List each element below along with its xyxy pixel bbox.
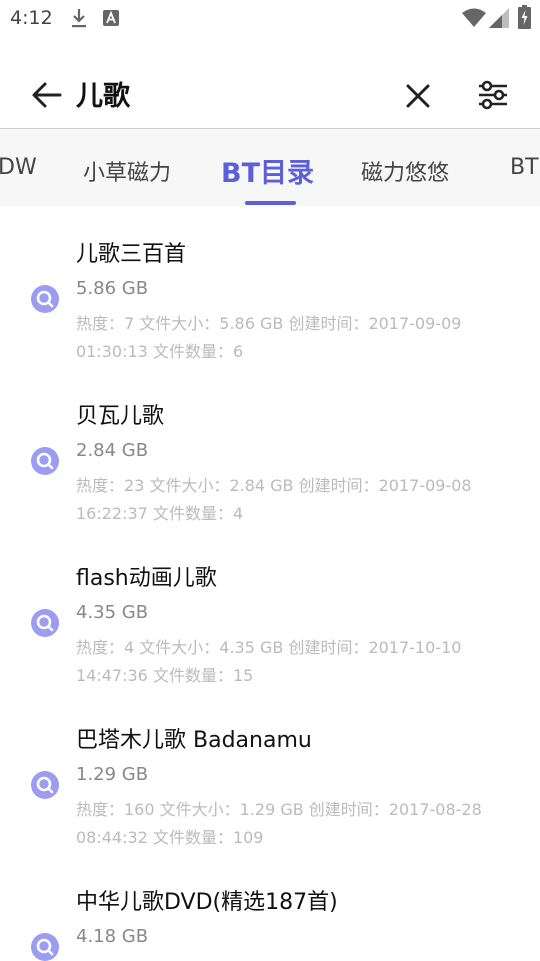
search-header: 儿歌 <box>0 38 540 129</box>
a-icon <box>103 10 119 26</box>
item-meta: 热度：23 文件大小：2.84 GB 创建时间：2017-09-08 16:22… <box>76 476 472 523</box>
close-icon[interactable] <box>404 82 432 110</box>
search-result-icon <box>31 933 59 961</box>
item-size: 4.18 GB <box>76 926 149 947</box>
item-meta: 热度：4 文件大小：4.35 GB 创建时间：2017-10-10 14:47:… <box>76 638 462 685</box>
download-icon <box>72 9 86 28</box>
item-title: 中华儿歌DVD(精选187首) <box>76 890 338 915</box>
search-result-icon <box>31 285 59 313</box>
item-title: 贝瓦儿歌 <box>76 404 165 429</box>
battery-icon <box>518 5 531 29</box>
item-size: 4.35 GB <box>76 602 149 623</box>
wifi-icon <box>462 8 486 27</box>
search-query[interactable]: 儿歌 <box>76 74 130 113</box>
item-title: 儿歌三百首 <box>76 242 187 267</box>
item-meta: 热度：160 文件大小：1.29 GB 创建时间：2017-08-28 08:4… <box>76 800 482 847</box>
search-result-icon <box>31 447 59 475</box>
tab-bt-directory[interactable]: BT目录 <box>221 151 314 190</box>
back-arrow-icon[interactable] <box>30 78 64 112</box>
item-meta: 热度：7 文件大小：5.86 GB 创建时间：2017-09-09 01:30:… <box>76 314 462 361</box>
list-item[interactable]: 儿歌三百首 5.86 GB 热度：7 文件大小：5.86 GB 创建时间：201… <box>0 206 540 368</box>
list-item[interactable]: 贝瓦儿歌 2.84 GB 热度：23 文件大小：2.84 GB 创建时间：201… <box>0 368 540 530</box>
search-result-icon <box>31 771 59 799</box>
signal-icon <box>489 8 509 28</box>
tune-icon[interactable] <box>476 78 510 112</box>
item-title: flash动画儿歌 <box>76 566 217 591</box>
list-item[interactable]: 中华儿歌DVD(精选187首) 4.18 GB <box>0 854 540 961</box>
tab-indicator <box>245 201 296 205</box>
tab-ciliyouyou[interactable]: 磁力悠悠 <box>361 155 449 187</box>
item-size: 1.29 GB <box>76 764 149 785</box>
status-time: 4:12 <box>10 7 53 29</box>
item-size: 2.84 GB <box>76 440 149 461</box>
tab-xiaocao[interactable]: 小草磁力 <box>83 155 171 187</box>
search-result-icon <box>31 609 59 637</box>
list-item[interactable]: 巴塔木儿歌 Badanamu 1.29 GB 热度：160 文件大小：1.29 … <box>0 692 540 854</box>
status-bar: 4:12 <box>0 0 540 38</box>
tab-dw[interactable]: DW <box>0 155 37 180</box>
item-title: 巴塔木儿歌 Badanamu <box>76 728 312 753</box>
list-item[interactable]: flash动画儿歌 4.35 GB 热度：4 文件大小：4.35 GB 创建时间… <box>0 530 540 692</box>
tab-bt[interactable]: BT <box>510 155 539 180</box>
item-size: 5.86 GB <box>76 278 149 299</box>
source-tabs: DW 小草磁力 BT目录 磁力悠悠 BT <box>0 129 540 206</box>
